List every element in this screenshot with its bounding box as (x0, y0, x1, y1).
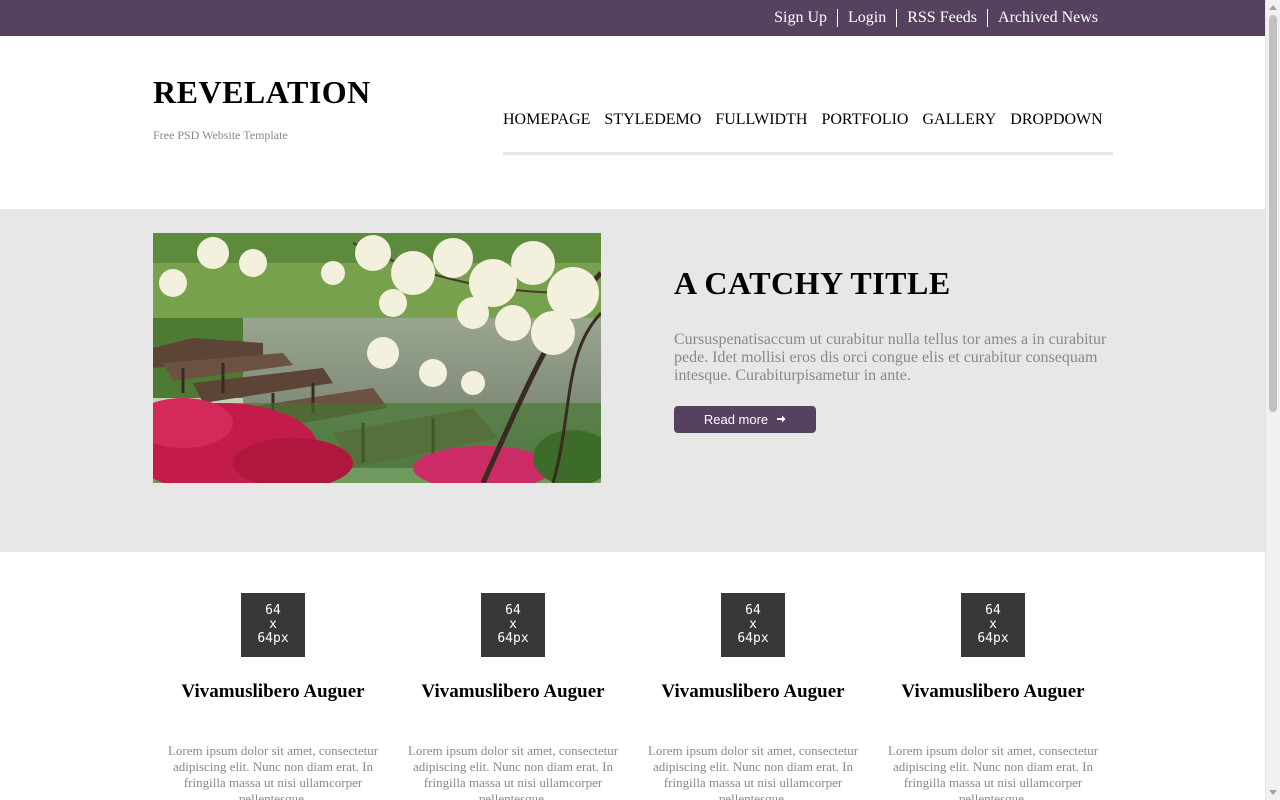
main-nav: HOMEPAGE STYLEDEMO FULLWIDTH PORTFOLIO G… (503, 110, 1113, 155)
feature-text: Lorem ipsum dolor sit amet, consectetur … (887, 743, 1099, 800)
feature-text: Lorem ipsum dolor sit amet, consectetur … (647, 743, 859, 800)
hero-title: A CATCHY TITLE (674, 265, 951, 301)
scroll-up-icon[interactable] (1269, 5, 1277, 10)
placeholder-line: 64 (505, 603, 521, 618)
signup-link[interactable]: Sign Up (764, 9, 837, 27)
read-more-label: Read more (703, 412, 769, 427)
login-link[interactable]: Login (837, 9, 896, 27)
placeholder-line: x (749, 617, 757, 632)
nav-gallery[interactable]: GALLERY (922, 110, 996, 152)
top-bar: Sign Up Login RSS Feeds Archived News (0, 0, 1265, 36)
placeholder-line: 64 (985, 603, 1001, 618)
nav-portfolio[interactable]: PORTFOLIO (821, 110, 908, 152)
rss-feeds-link[interactable]: RSS Feeds (896, 9, 987, 27)
hero-image (153, 233, 601, 483)
feature-item: 64 x 64px Vivamuslibero Auguer Lorem ips… (873, 593, 1113, 800)
feature-item: 64 x 64px Vivamuslibero Auguer Lorem ips… (153, 593, 393, 800)
feature-text: Lorem ipsum dolor sit amet, consectetur … (407, 743, 619, 800)
placeholder-line: 64px (257, 631, 289, 646)
feature-title: Vivamuslibero Auguer (661, 681, 845, 702)
image-placeholder: 64 x 64px (241, 593, 305, 657)
feature-item: 64 x 64px Vivamuslibero Auguer Lorem ips… (633, 593, 873, 800)
site-header: REVELATION Free PSD Website Template HOM… (0, 36, 1265, 209)
placeholder-line: 64 (745, 603, 761, 618)
nav-fullwidth[interactable]: FULLWIDTH (715, 110, 807, 152)
scroll-down-icon[interactable] (1269, 790, 1277, 795)
page: Sign Up Login RSS Feeds Archived News RE… (0, 0, 1265, 800)
hero-text: Cursuspenatisaccum ut curabitur nulla te… (674, 331, 1107, 384)
page-scrollbar[interactable] (1265, 0, 1280, 800)
nav-styledemo[interactable]: STYLEDEMO (604, 110, 701, 152)
hero-section: A CATCHY TITLE Cursuspenatisaccum ut cur… (0, 209, 1265, 552)
site-tagline: Free PSD Website Template (153, 128, 288, 142)
placeholder-line: x (509, 617, 517, 632)
placeholder-line: 64px (977, 631, 1009, 646)
read-more-button[interactable]: Read more (674, 406, 816, 433)
placeholder-line: x (989, 617, 997, 632)
scrollbar-thumb[interactable] (1269, 15, 1277, 412)
placeholder-line: 64 (265, 603, 281, 618)
placeholder-line: 64px (497, 631, 529, 646)
feature-text: Lorem ipsum dolor sit amet, consectetur … (167, 743, 379, 800)
image-placeholder: 64 x 64px (961, 593, 1025, 657)
image-placeholder: 64 x 64px (481, 593, 545, 657)
arrow-right-icon (776, 413, 786, 427)
site-logo[interactable]: REVELATION (153, 74, 371, 111)
nav-dropdown[interactable]: DROPDOWN (1010, 110, 1102, 152)
archived-news-link[interactable]: Archived News (987, 9, 1098, 27)
image-placeholder: 64 x 64px (721, 593, 785, 657)
feature-item: 64 x 64px Vivamuslibero Auguer Lorem ips… (393, 593, 633, 800)
feature-title: Vivamuslibero Auguer (901, 681, 1085, 702)
feature-title: Vivamuslibero Auguer (421, 681, 605, 702)
feature-title: Vivamuslibero Auguer (181, 681, 365, 702)
placeholder-line: 64px (737, 631, 769, 646)
nav-homepage[interactable]: HOMEPAGE (503, 110, 590, 152)
placeholder-line: x (269, 617, 277, 632)
top-links: Sign Up Login RSS Feeds Archived News (764, 0, 1098, 36)
features-section: 64 x 64px Vivamuslibero Auguer Lorem ips… (153, 593, 1113, 800)
